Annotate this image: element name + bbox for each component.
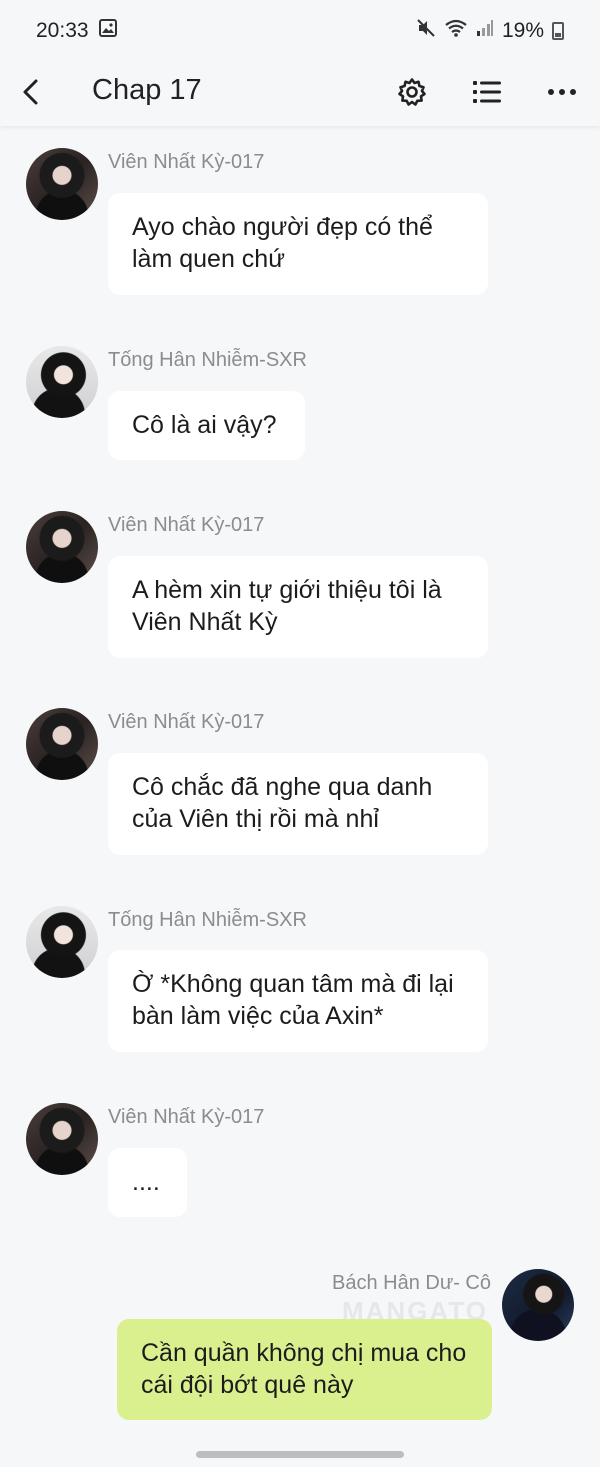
message-bubble: Cô chắc đã nghe qua danh của Viên thị rồ… (108, 753, 488, 855)
sender-name: Viên Nhất Kỳ-017 (108, 1106, 265, 1128)
gear-icon (398, 78, 426, 106)
back-arrow-icon (23, 79, 38, 105)
more-options-button[interactable] (542, 72, 582, 112)
more-horizontal-icon (548, 89, 576, 95)
mute-icon (416, 18, 436, 44)
battery-icon (552, 22, 564, 40)
message-bubble: .... (108, 1148, 187, 1217)
status-time: 20:33 (36, 19, 89, 42)
status-bar: 20:33 19% (0, 0, 600, 62)
wifi-icon (444, 18, 468, 44)
sender-name: Viên Nhất Kỳ-017 (108, 151, 265, 173)
message-bubble: A hèm xin tự giới thiệu tôi là Viên Nhất… (108, 556, 488, 658)
sender-name: Viên Nhất Kỳ-017 (108, 711, 265, 733)
sender-name: Viên Nhất Kỳ-017 (108, 514, 265, 536)
avatar[interactable] (26, 511, 98, 583)
message-bubble: Ờ *Không quan tâm mà đi lại bàn làm việc… (108, 950, 488, 1052)
top-app-bar: Chap 17 (0, 62, 600, 126)
avatar[interactable] (26, 148, 98, 220)
avatar[interactable] (26, 346, 98, 418)
message-bubble: Cô là ai vậy? (108, 391, 305, 460)
sender-name: Bách Hân Dư- Cô (331, 1272, 491, 1294)
back-button[interactable] (14, 72, 46, 112)
signal-icon (476, 19, 494, 43)
battery-percent: 19% (501, 19, 544, 42)
avatar[interactable] (26, 906, 98, 978)
chapter-list-button[interactable] (467, 72, 507, 112)
message-bubble: Cần quần không chị mua cho cái đội bớt q… (117, 1319, 492, 1420)
settings-button[interactable] (392, 72, 432, 112)
sender-name: Tống Hân Nhiễm-SXR (108, 909, 307, 931)
avatar[interactable] (26, 708, 98, 780)
message-bubble: Ayo chào người đẹp có thể làm quen chứ (108, 193, 488, 295)
list-icon (473, 81, 501, 103)
page-title: Chap 17 (92, 74, 202, 106)
avatar[interactable] (26, 1103, 98, 1175)
avatar[interactable] (502, 1269, 574, 1341)
home-indicator[interactable] (196, 1451, 404, 1458)
sender-name: Tống Hân Nhiễm-SXR (108, 349, 307, 371)
gallery-icon (98, 19, 117, 43)
